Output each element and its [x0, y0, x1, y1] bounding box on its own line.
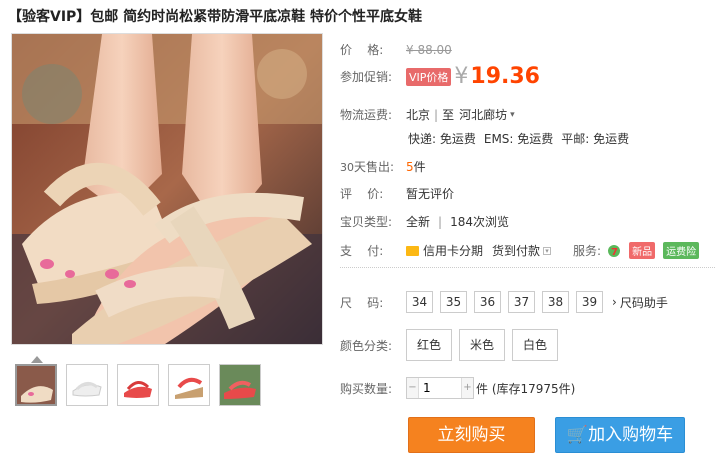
thumb-red-sandal — [118, 365, 158, 405]
color-label: 颜色分类: — [340, 338, 393, 353]
thumbnail-1[interactable] — [15, 364, 57, 406]
promo-label: 参加促销: — [340, 70, 393, 84]
shipping-insurance-tag: 运费险 — [663, 242, 700, 259]
buy-now-button[interactable]: 立刻购买 — [408, 417, 535, 453]
cart-icon: 🛒 — [566, 425, 589, 445]
cod-info-icon[interactable]: ▾ — [543, 246, 552, 255]
condition-sep: | — [438, 214, 443, 229]
review-row: 评 价: 暂无评价 — [340, 185, 454, 202]
seven-day-return-icon[interactable]: 7 — [607, 244, 621, 258]
credit-card-icon — [406, 245, 419, 256]
original-price: ¥ 88.00 — [406, 42, 452, 57]
size-option-39[interactable]: 39 — [576, 291, 603, 313]
ship-sep: | — [434, 107, 439, 122]
thumb-wedge-sandal — [169, 365, 209, 405]
shipping-fees-row: 快递: 免运费 EMS: 免运费 平邮: 免运费 — [408, 130, 629, 147]
ship-to-location[interactable]: 河北廊坊 — [459, 106, 507, 123]
size-option-34[interactable]: 34 — [406, 291, 433, 313]
credit-installment[interactable]: 信用卡分期 — [423, 242, 483, 259]
chevron-right-icon[interactable]: › — [612, 295, 617, 309]
vip-price-badge: VIP价格 — [406, 67, 452, 86]
cash-on-delivery[interactable]: 货到付款 — [492, 242, 540, 259]
quantity-row: 购买数量: − + 件 (库存17975件) — [340, 377, 575, 399]
product-main-image[interactable] — [11, 33, 323, 345]
sales-label-days: 30 — [340, 161, 354, 174]
size-row: 尺 码: 34 35 36 37 38 39 › 尺码助手 — [340, 291, 668, 313]
mail-fee: 平邮: 免运费 — [561, 132, 630, 146]
increment-button[interactable]: + — [462, 378, 473, 398]
svg-text:7: 7 — [611, 247, 618, 258]
add-to-cart-label: 加入购物车 — [588, 425, 674, 445]
sales-unit: 件 — [413, 160, 426, 174]
color-option-white[interactable]: 白色 — [512, 329, 559, 361]
chevron-down-icon[interactable]: ▾ — [510, 110, 515, 120]
size-option-38[interactable]: 38 — [542, 291, 569, 313]
color-option-red[interactable]: 红色 — [406, 329, 453, 361]
yen-symbol: ¥ — [454, 64, 469, 89]
seven-day-return-glyph: 7 — [608, 244, 621, 258]
thumb-white-sandal — [67, 365, 107, 405]
ship-to-prefix: 至 — [442, 108, 455, 122]
size-label: 尺 码: — [340, 295, 384, 310]
shipping-label: 物流运费: — [340, 108, 393, 122]
size-option-36[interactable]: 36 — [474, 291, 501, 313]
payment-row: 支 付: 信用卡分期 货到付款 ▾ 服务: 7 新品 运费险 — [340, 242, 700, 259]
thumbnail-indicator — [31, 356, 43, 363]
thumbnail-5[interactable] — [219, 364, 261, 406]
quantity-stepper: − + — [406, 377, 474, 399]
express-fee: 快递: 免运费 — [408, 132, 476, 146]
size-option-35[interactable]: 35 — [440, 291, 467, 313]
sales-row: 30天售出: 5 件 — [340, 158, 426, 175]
thumbnail-2[interactable] — [66, 364, 108, 406]
review-value: 暂无评价 — [406, 187, 455, 201]
quantity-input[interactable] — [418, 378, 462, 398]
size-option-37[interactable]: 37 — [508, 291, 535, 313]
service-label: 服务: — [573, 244, 602, 258]
promo-row: 参加促销: VIP价格 ¥ 19.36 — [340, 64, 540, 89]
thumbnail-4[interactable] — [168, 364, 210, 406]
sales-count: 5 — [406, 159, 414, 174]
color-option-beige[interactable]: 米色 — [459, 329, 506, 361]
price-row: 价 格: ¥ 88.00 — [340, 41, 452, 58]
thumb-beige-sandal — [17, 366, 55, 404]
shipping-row: 物流运费: 北京 | 至 河北廊坊 ▾ — [340, 106, 515, 123]
product-info-panel: 价 格: ¥ 88.00 参加促销: VIP价格 ¥ 19.36 物流运费: 北… — [340, 0, 715, 457]
ship-from: 北京 — [406, 108, 431, 122]
payment-label: 支 付: — [340, 244, 384, 258]
sandal-photo — [12, 34, 322, 344]
price-label: 价 格: — [340, 43, 384, 57]
promo-price: 19.36 — [470, 64, 540, 89]
thumb-red-flat — [220, 365, 260, 405]
stock-info: 件 (库存17975件) — [476, 381, 576, 396]
decrement-button[interactable]: − — [407, 378, 418, 398]
color-row: 颜色分类: 红色 米色 白色 — [340, 329, 565, 361]
condition-row: 宝贝类型: 全新 | 184次浏览 — [340, 213, 509, 230]
review-label: 评 价: — [340, 187, 384, 201]
sales-label-text: 天售出: — [354, 160, 395, 174]
view-count: 184次浏览 — [450, 215, 509, 229]
size-helper-link[interactable]: 尺码助手 — [620, 294, 668, 311]
sales-label: 30天售出: — [340, 158, 406, 175]
add-to-cart-button[interactable]: 🛒加入购物车 — [555, 417, 685, 453]
new-product-tag: 新品 — [629, 242, 656, 259]
ems-fee: EMS: 免运费 — [483, 132, 554, 146]
thumbnail-3[interactable] — [117, 364, 159, 406]
condition-label: 宝贝类型: — [340, 215, 393, 229]
condition-value: 全新 — [406, 215, 431, 229]
thumbnail-strip — [15, 364, 261, 406]
section-divider — [340, 267, 715, 268]
quantity-label: 购买数量: — [340, 381, 393, 396]
